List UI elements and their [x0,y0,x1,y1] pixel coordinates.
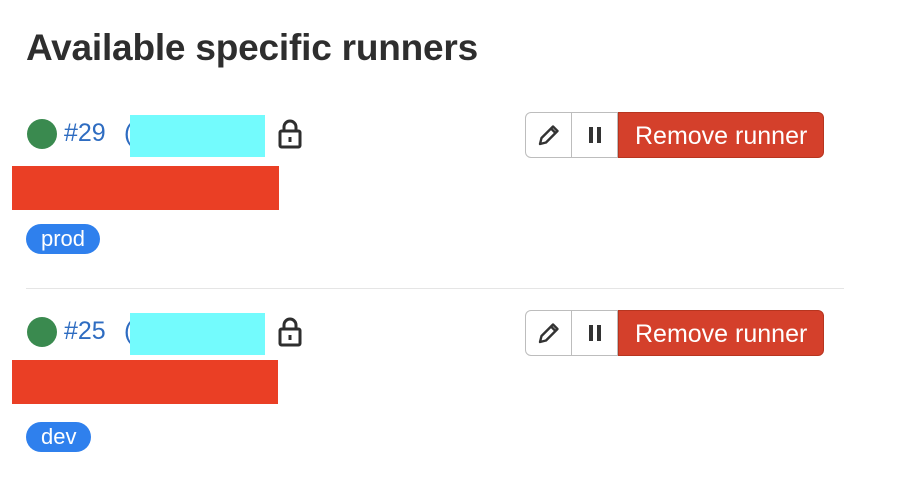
runner-divider [26,288,844,289]
runner-id-link[interactable]: #29 [64,118,106,148]
runner-status-online-icon [27,317,57,347]
runner-status-online-icon [27,119,57,149]
pencil-icon [538,323,559,344]
edit-runner-button[interactable] [525,112,572,158]
pause-icon [588,127,601,143]
remove-runner-button[interactable]: Remove runner [618,310,825,356]
lock-icon [276,118,304,150]
redacted-runner-description [12,360,278,404]
edit-runner-button[interactable] [525,310,572,356]
runner-item: #25 ( dev Remove runner [0,308,916,468]
pause-runner-button[interactable] [572,112,618,158]
runners-page: Available specific runners #29 ( prod Re… [0,0,916,504]
runner-actions: Remove runner [525,112,825,158]
redacted-runner-name [130,115,265,157]
lock-icon [276,316,304,348]
pencil-icon [538,125,559,146]
runner-tag-badge: prod [26,224,101,254]
pause-runner-button[interactable] [572,310,618,356]
pause-icon [588,325,601,341]
remove-runner-button[interactable]: Remove runner [618,112,825,158]
page-title: Available specific runners [26,27,479,68]
runner-tag-badge: dev [26,422,92,452]
runner-actions: Remove runner [525,310,825,356]
runner-item: #29 ( prod Remove runner [0,110,916,270]
redacted-runner-description [12,166,279,210]
runner-id-link[interactable]: #25 [64,316,106,346]
redacted-runner-name [130,313,265,355]
